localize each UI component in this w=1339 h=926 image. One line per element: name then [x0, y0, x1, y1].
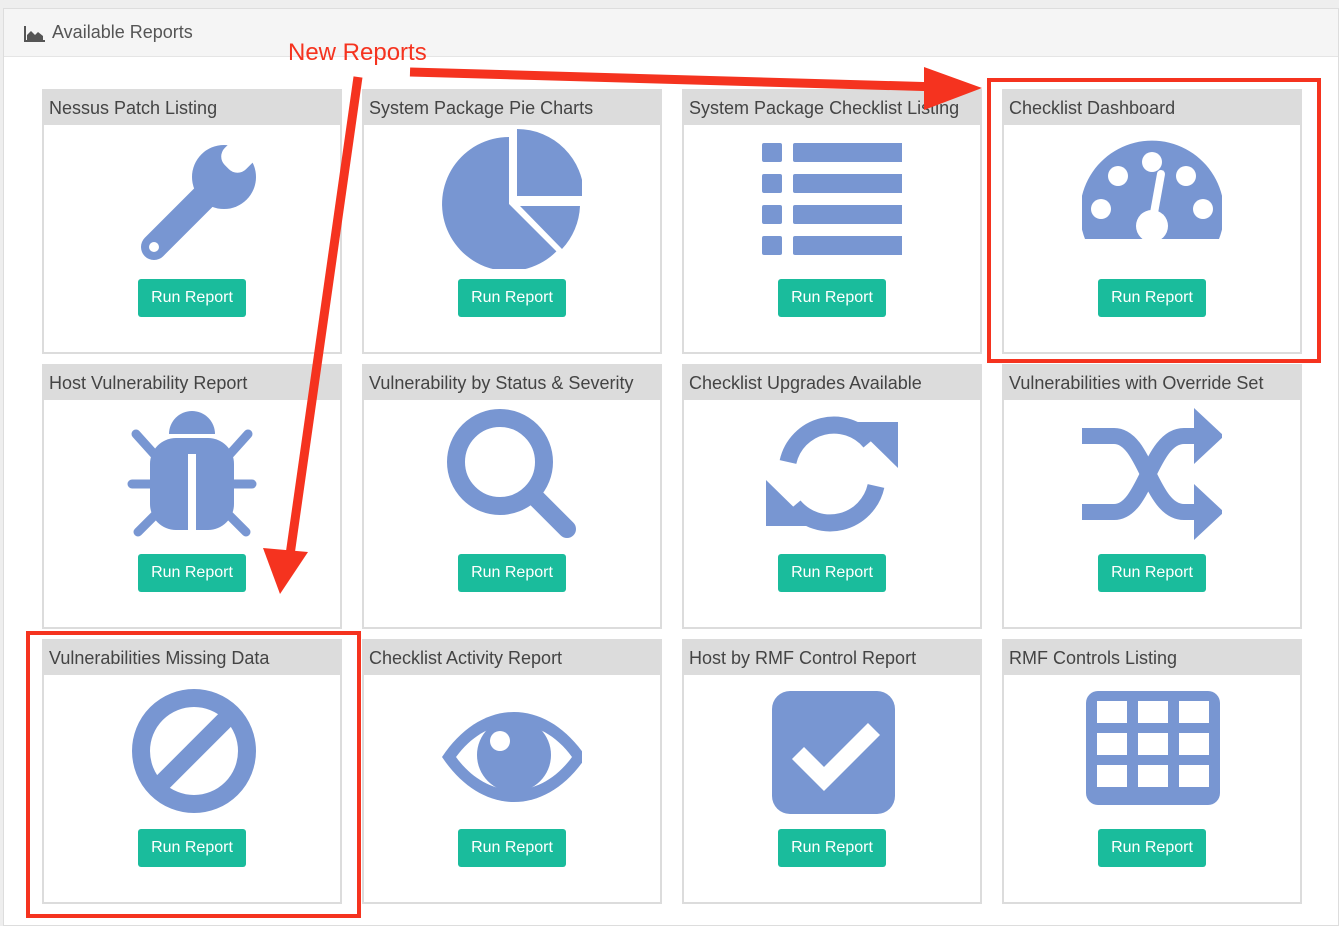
arrow-to-checklist-dashboard — [409, 67, 982, 110]
annotation-arrows — [263, 67, 982, 594]
arrow-to-vulnerabilities-missing-data — [263, 76, 363, 594]
annotation-label-new-reports: New Reports — [288, 39, 427, 66]
